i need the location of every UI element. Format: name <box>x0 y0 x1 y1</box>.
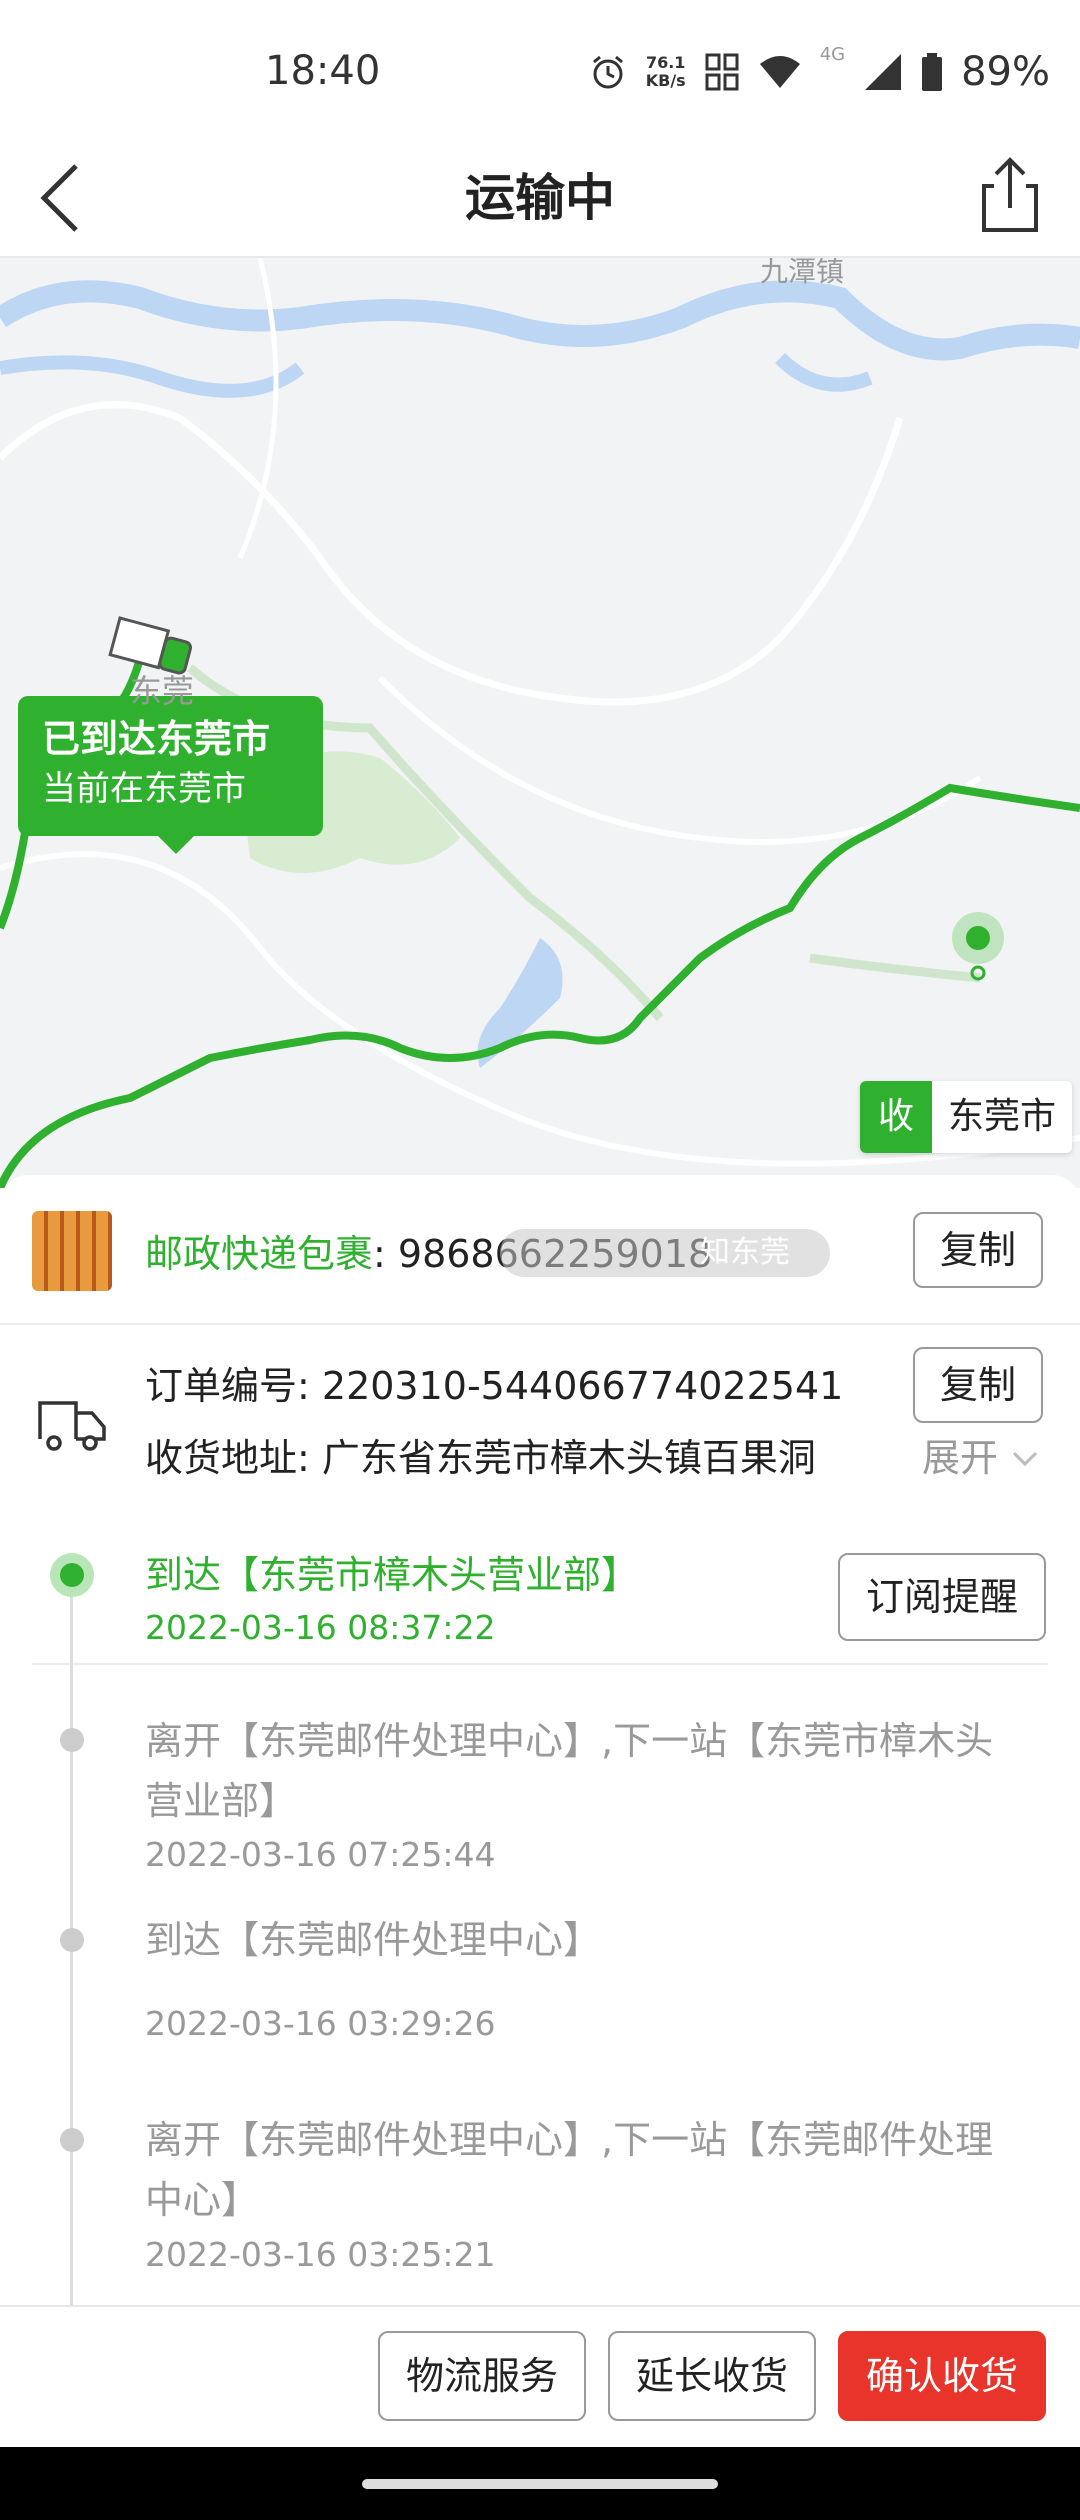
wifi-icon <box>759 56 800 88</box>
delivery-address: 收货地址: 广东省东莞市樟木头镇百果洞 <box>145 1427 925 1482</box>
timeline-dot <box>60 1728 84 1752</box>
event-title: 离开【东莞邮件处理中心】,下一站【东莞邮件处理中心】 <box>145 2118 994 2222</box>
home-indicator[interactable] <box>362 2479 718 2489</box>
expand-address-button[interactable]: 展开 <box>910 1427 1041 1482</box>
battery-percent: 89% <box>961 49 1050 95</box>
current-location-callout: 已到达东莞市 当前在东莞市 <box>18 696 323 854</box>
destination-badge: 收 <box>860 1081 932 1153</box>
network-type: 4G <box>819 44 846 65</box>
share-button[interactable] <box>970 150 1050 240</box>
copy-tracking-button[interactable]: 复制 <box>913 1212 1043 1288</box>
timeline-dot-current <box>50 1553 94 1597</box>
route-map[interactable]: 已到达东莞市 当前在东莞市 东莞 九潭镇 收 东莞市 <box>0 258 1080 1188</box>
river <box>0 355 305 398</box>
river <box>0 280 1080 361</box>
event-title: 到达【东莞邮件处理中心】 <box>145 1918 602 1962</box>
address-label: 收货地址: <box>145 1436 322 1480</box>
order-number: 订单编号: 220310-544066774022541 <box>145 1355 843 1410</box>
signal-icon <box>865 54 902 90</box>
copy-order-button[interactable]: 复制 <box>913 1347 1043 1423</box>
logistics-panel: 邮政快递包裹: 9868662259018 知东莞 复制 订单编号: 22031… <box>0 1175 1080 2305</box>
chevron-down-icon <box>1013 1451 1038 1467</box>
callout-title: 已到达东莞市 <box>42 717 271 761</box>
event-time: 2022-03-16 03:25:21 <box>145 2235 496 2274</box>
alarm-icon <box>592 55 623 89</box>
share-icon <box>982 157 1038 232</box>
extend-receipt-button[interactable]: 延长收货 <box>608 2331 816 2421</box>
event-time: 2022-03-16 07:25:44 <box>145 1835 496 1874</box>
truck-icon <box>38 1401 106 1451</box>
destination-city: 东莞市 <box>932 1081 1073 1153</box>
nfc-icon <box>705 53 739 91</box>
address-value: 广东省东莞市樟木头镇百果洞 <box>321 1436 816 1480</box>
subscribe-reminder-button[interactable]: 订阅提醒 <box>838 1553 1046 1641</box>
status-bar: 18:40 76.1 KB/s 4G 89% <box>0 0 1080 140</box>
header: 运输中 <box>0 140 1080 258</box>
timeline-dot <box>60 1928 84 1952</box>
destination-marker <box>952 912 1004 981</box>
network-speed: 76.1 KB/s <box>646 54 686 90</box>
tracking-timeline: 到达【东莞市樟木头营业部】 2022-03-16 08:37:22 订阅提醒 离… <box>0 1515 1080 2305</box>
logistics-service-button[interactable]: 物流服务 <box>378 2331 586 2421</box>
expand-label: 展开 <box>922 1436 999 1480</box>
bottom-action-bar: 物流服务 延长收货 确认收货 <box>0 2305 1080 2447</box>
speed-unit: KB/s <box>645 71 686 90</box>
package-row: 邮政快递包裹: 9868662259018 知东莞 复制 <box>0 1175 1080 1325</box>
order-info: 订单编号: 220310-544066774022541 复制 收货地址: 广东… <box>0 1327 1080 1665</box>
destination-tag: 收 东莞市 <box>860 1081 1073 1153</box>
river <box>775 352 873 392</box>
page-title: 运输中 <box>465 169 615 227</box>
event-title: 离开【东莞邮件处理中心】,下一站【东莞市樟木头营业部】 <box>145 1719 994 1823</box>
confirm-receipt-button[interactable]: 确认收货 <box>838 2331 1046 2421</box>
map-city-label: 东莞 <box>130 672 195 710</box>
event-time: 2022-03-16 03:29:26 <box>145 2004 496 2043</box>
system-nav-bar <box>0 2447 1080 2520</box>
product-thumbnail[interactable] <box>32 1211 112 1291</box>
status-time: 18:40 <box>265 48 381 94</box>
carrier-name: 邮政快递包裹 <box>145 1232 374 1276</box>
speed-value: 76.1 <box>645 53 686 72</box>
map-town-label: 九潭镇 <box>760 258 845 288</box>
status-icons: 76.1 KB/s 4G 89% <box>588 44 1050 100</box>
callout-subtitle: 当前在东莞市 <box>42 769 246 809</box>
watermark: 知东莞 <box>500 1229 830 1277</box>
event-time: 2022-03-16 08:37:22 <box>145 1608 496 1647</box>
order-label: 订单编号: <box>145 1364 322 1408</box>
order-value: 220310-544066774022541 <box>321 1364 844 1408</box>
timeline-dot <box>60 2128 84 2152</box>
battery-icon <box>922 53 943 91</box>
